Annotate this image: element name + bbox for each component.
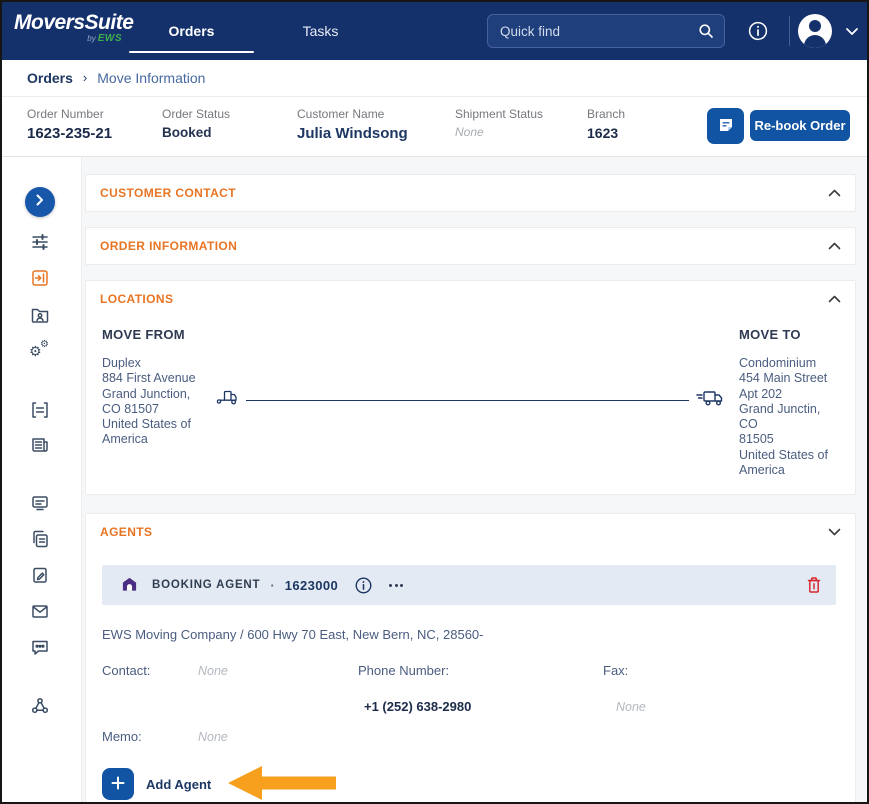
booking-agent-row: BOOKING AGENT · 1623000 xyxy=(102,565,836,605)
branch-value: 1623 xyxy=(587,125,625,141)
collapse-chevron-down-icon[interactable] xyxy=(828,523,841,541)
move-to-block: MOVE TO Condominium454 Main StreetApt 20… xyxy=(739,327,839,478)
sliders-filter-icon[interactable] xyxy=(30,232,50,252)
customer-contact-section: CUSTOMER CONTACT xyxy=(85,174,856,212)
agent-home-icon xyxy=(121,576,138,595)
note-icon xyxy=(717,116,735,137)
agent-more-options-icon[interactable] xyxy=(387,580,405,591)
active-tab-underline xyxy=(129,51,254,53)
breadcrumb-move-information: Move Information xyxy=(97,70,205,86)
app-window: MoversSuite byEWS Orders Tasks xyxy=(0,0,869,804)
fax-label: Fax: xyxy=(603,663,628,678)
move-from-block: MOVE FROM Duplex884 First AvenueGrand Ju… xyxy=(102,327,232,448)
moverssuite-logo: MoversSuite byEWS xyxy=(14,11,126,44)
customer-name-field: Customer Name Julia Windsong xyxy=(297,107,408,142)
quick-find-input[interactable] xyxy=(488,24,698,39)
user-avatar[interactable] xyxy=(798,14,832,48)
main-nav-tabs: Orders Tasks xyxy=(127,2,385,60)
agents-header[interactable]: AGENTS xyxy=(86,514,855,550)
collapse-chevron-up-icon[interactable] xyxy=(828,237,841,255)
move-from-address: Duplex884 First AvenueGrand Junction,CO … xyxy=(102,356,232,448)
order-number-field: Order Number 1623-235-21 xyxy=(27,107,112,142)
contact-value: None xyxy=(198,664,228,678)
brand-name: MoversSuite xyxy=(14,11,126,35)
move-to-title: MOVE TO xyxy=(739,327,839,342)
order-information-section: ORDER INFORMATION xyxy=(85,227,856,265)
folder-contact-icon[interactable] xyxy=(30,305,50,325)
add-agent-label[interactable]: Add Agent xyxy=(146,777,211,792)
locations-body: MOVE FROM Duplex884 First AvenueGrand Ju… xyxy=(86,317,855,494)
add-agent-row: Add Agent xyxy=(102,768,211,800)
locations-header[interactable]: LOCATIONS xyxy=(86,281,855,317)
rebook-order-button[interactable]: Re-book Order xyxy=(750,110,850,141)
navbar-divider xyxy=(789,16,790,46)
order-summary-bar: Order Number 1623-235-21 Order Status Bo… xyxy=(2,97,867,157)
add-agent-button[interactable] xyxy=(102,768,134,800)
delete-agent-icon[interactable] xyxy=(806,576,822,594)
fax-value: None xyxy=(616,700,646,714)
share-nodes-icon[interactable] xyxy=(30,696,50,716)
order-detail-content: CUSTOMER CONTACT ORDER INFORMATION LOCAT… xyxy=(85,157,856,804)
sidebar-expand-button[interactable] xyxy=(25,187,55,217)
order-number-value: 1623-235-21 xyxy=(27,125,112,142)
envelope-mail-icon[interactable] xyxy=(30,601,50,621)
agents-section: AGENTS BOOKING AGENT · 1623000 xyxy=(85,513,856,804)
agent-company-line: EWS Moving Company / 600 Hwy 70 East, Ne… xyxy=(102,627,484,642)
customer-contact-header[interactable]: CUSTOMER CONTACT xyxy=(86,175,855,211)
top-navbar: MoversSuite byEWS Orders Tasks xyxy=(2,2,867,60)
contact-label: Contact: xyxy=(102,663,150,678)
copy-documents-icon[interactable] xyxy=(30,529,50,549)
breadcrumb-orders[interactable]: Orders xyxy=(27,70,73,86)
customer-name-value: Julia Windsong xyxy=(297,125,408,142)
order-information-header[interactable]: ORDER INFORMATION xyxy=(86,228,855,264)
tab-orders[interactable]: Orders xyxy=(127,2,256,60)
memo-label: Memo: xyxy=(102,729,142,744)
move-from-title: MOVE FROM xyxy=(102,327,232,342)
quick-find-searchbox xyxy=(487,14,725,48)
info-icon[interactable] xyxy=(747,20,769,42)
main-area: ⚙⚙ xyxy=(2,157,867,804)
agents-body: BOOKING AGENT · 1623000 EWS Moving Compa… xyxy=(86,550,855,804)
locations-section: LOCATIONS MOVE FROM Duplex884 First Aven… xyxy=(85,280,856,495)
collapse-chevron-up-icon[interactable] xyxy=(828,290,841,308)
agent-id: 1623000 xyxy=(285,578,338,593)
move-to-address: Condominium454 Main StreetApt 202Grand J… xyxy=(739,356,839,478)
breadcrumb: Orders › Move Information xyxy=(2,60,867,97)
collapse-chevron-up-icon[interactable] xyxy=(828,184,841,202)
search-icon[interactable] xyxy=(698,23,714,39)
agent-type-label: BOOKING AGENT xyxy=(152,579,260,591)
door-exit-icon[interactable] xyxy=(30,268,50,288)
chevron-right-icon xyxy=(36,193,44,211)
card-notes-icon[interactable] xyxy=(30,493,50,513)
order-status-field: Order Status Booked xyxy=(162,107,230,140)
route-graphic xyxy=(216,389,725,411)
gears-settings-icon[interactable]: ⚙⚙ xyxy=(30,342,50,362)
order-notes-button[interactable] xyxy=(707,108,744,144)
memo-value: None xyxy=(198,730,228,744)
bracket-list-icon[interactable] xyxy=(30,400,50,420)
destination-truck-icon xyxy=(695,389,725,412)
origin-truck-icon xyxy=(216,389,240,411)
route-line xyxy=(246,400,689,401)
clipboard-edit-icon[interactable] xyxy=(30,565,50,585)
order-status-value: Booked xyxy=(162,125,230,140)
shipment-status-value: None xyxy=(455,125,543,139)
tab-tasks[interactable]: Tasks xyxy=(256,2,385,60)
agent-info-icon[interactable] xyxy=(354,576,373,595)
phone-number-value: +1 (252) 638-2980 xyxy=(364,699,471,714)
left-sidebar: ⚙⚙ xyxy=(2,157,82,804)
agent-separator-dot: · xyxy=(270,578,274,593)
phone-number-label: Phone Number: xyxy=(358,663,449,678)
chat-message-icon[interactable] xyxy=(30,637,50,657)
plus-icon xyxy=(110,775,126,794)
breadcrumb-separator: › xyxy=(83,70,87,85)
account-chevron-down-icon[interactable] xyxy=(845,27,859,36)
newspaper-icon[interactable] xyxy=(30,435,50,455)
shipment-status-field: Shipment Status None xyxy=(455,107,543,139)
branch-field: Branch 1623 xyxy=(587,107,625,141)
annotation-arrow xyxy=(228,764,336,804)
